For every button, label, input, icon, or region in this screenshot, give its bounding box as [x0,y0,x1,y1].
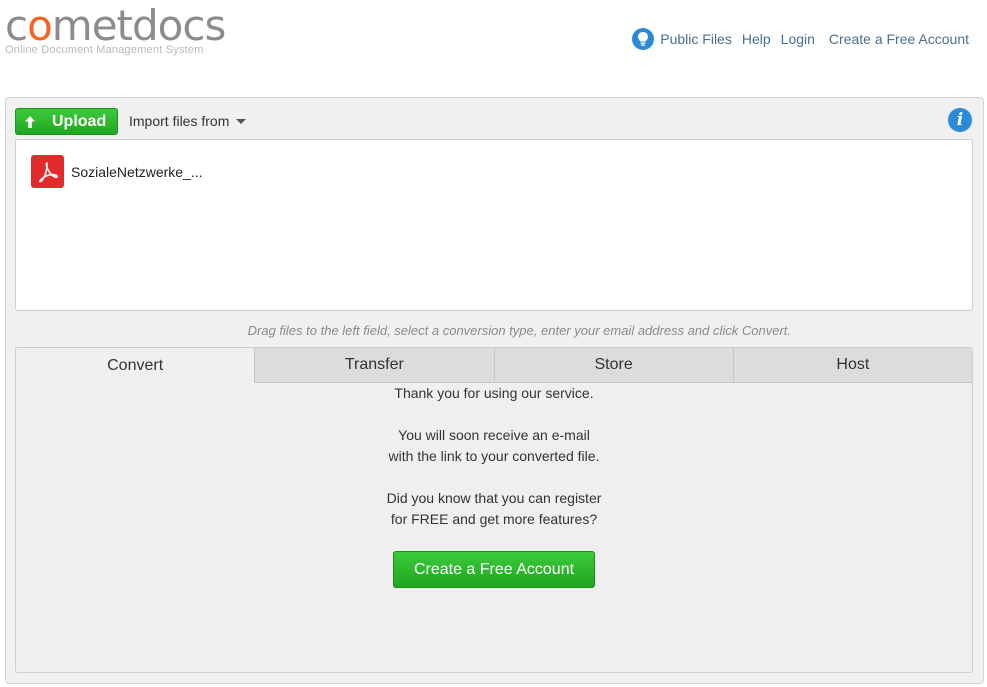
info-icon[interactable]: i [948,108,972,132]
upload-button-label: Upload [52,112,107,130]
file-item[interactable]: SozialeNetzwerke_... [31,155,203,188]
import-files-label: Import files from [129,113,230,129]
cometdocs-logo[interactable]: cometdocs Online Document Management Sys… [5,1,226,57]
caret-down-icon [236,118,247,124]
file-name: SozialeNetzwerke_... [71,163,203,180]
nav-public-files-link[interactable]: Public Files [660,31,732,47]
instructions-hint: Drag files to the left field, select a c… [247,323,791,338]
import-files-dropdown[interactable]: Import files from [129,113,247,129]
register-prompt-line2: for FREE and get more features? [390,511,598,527]
file-dropzone[interactable]: SozialeNetzwerke_... [15,139,973,311]
create-account-button[interactable]: Create a Free Account [393,551,595,588]
action-tabs: Convert Transfer Store Host Thank you fo… [15,347,973,673]
tab-bar: Convert Transfer Store Host [16,348,972,383]
convert-tab-panel: Thank you for using our service. You wil… [16,383,972,588]
nav-create-account-link[interactable]: Create a Free Account [829,31,969,47]
upload-arrow-icon [24,115,36,129]
tab-convert[interactable]: Convert [16,348,255,383]
email-notice-line1: You will soon receive an e-mail [398,427,590,443]
tab-store[interactable]: Store [493,348,733,383]
upload-button[interactable]: Upload [15,108,118,135]
tab-transfer[interactable]: Transfer [254,348,494,383]
logo-tagline: Online Document Management System [5,44,204,56]
email-notice-line2: with the link to your converted file. [388,448,600,464]
logo-wordmark: cometdocs [5,1,226,50]
converter-panel: Upload Import files from i SozialeNetzwe… [5,97,984,684]
nav-help-link[interactable]: Help [742,31,771,47]
register-prompt-line1: Did you know that you can register [386,490,602,506]
tab-host[interactable]: Host [732,348,972,383]
thank-you-message: Thank you for using our service. [394,385,594,401]
nav-login-link[interactable]: Login [781,31,815,47]
pdf-file-icon [31,155,64,188]
lightbulb-icon[interactable] [632,28,655,50]
top-navigation: Public Files Help Login Create a Free Ac… [632,28,969,50]
